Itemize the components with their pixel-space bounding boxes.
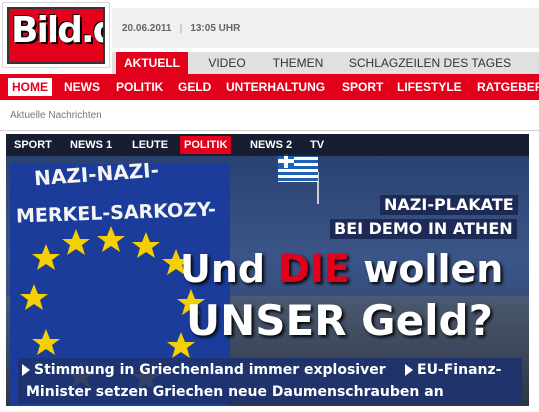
teaser-text-1[interactable]: Stimmung in Griechenland immer explosive… xyxy=(34,361,386,379)
nav-ratgeber[interactable]: RATGEBER xyxy=(477,78,539,96)
headline-line-1: Und DIE wollen xyxy=(180,247,504,291)
arrow-right-icon xyxy=(405,364,413,376)
tab-aktuell[interactable]: AKTUELL xyxy=(116,52,188,74)
nav-home[interactable]: HOME xyxy=(8,78,52,96)
tab-video[interactable]: VIDEO xyxy=(198,52,256,74)
cat-leute[interactable]: LEUTE xyxy=(132,136,168,154)
nav-news[interactable]: NEWS xyxy=(64,78,100,96)
teaser-text-2a[interactable]: EU-Finanz- xyxy=(417,361,501,379)
nav-politik[interactable]: POLITIK xyxy=(116,78,163,96)
date-time: 20.06.2011 | 13:05 UHR xyxy=(122,23,241,34)
cat-tv[interactable]: TV xyxy=(310,136,324,154)
headline-line-2: UNSER Geld? xyxy=(186,296,493,345)
logo-text: Bild.de xyxy=(11,10,103,51)
date-text: 20.06.2011 xyxy=(122,23,172,34)
bild-logo[interactable]: Bild.de xyxy=(2,2,110,68)
tab-schlagzeilen[interactable]: SCHLAGZEILEN DES TAGES xyxy=(344,52,516,74)
arrow-right-icon xyxy=(22,364,30,376)
cat-news1[interactable]: NEWS 1 xyxy=(70,136,112,154)
nav-unterhaltung[interactable]: UNTERHALTUNG xyxy=(226,78,325,96)
nav-lifestyle[interactable]: LIFESTYLE xyxy=(397,78,462,96)
kicker-line-1: NAZI-PLAKATE xyxy=(380,195,518,215)
nav-sport[interactable]: SPORT xyxy=(342,78,383,96)
greek-flag xyxy=(278,154,319,204)
nav-geld[interactable]: GELD xyxy=(178,78,211,96)
teaser-text-2b[interactable]: Minister setzen Griechen neue Daumenschr… xyxy=(26,383,444,401)
breadcrumb[interactable]: Aktuelle Nachrichten xyxy=(10,110,102,121)
divider xyxy=(0,130,539,131)
logo-box: Bild.de xyxy=(7,7,105,64)
cat-politik[interactable]: POLITIK xyxy=(180,136,232,154)
cat-sport[interactable]: SPORT xyxy=(14,136,52,154)
tab-themen[interactable]: THEMEN xyxy=(266,52,330,74)
cat-news2[interactable]: NEWS 2 xyxy=(250,136,292,154)
kicker-line-2: BEI DEMO IN ATHEN xyxy=(330,219,517,239)
time-text: 13:05 UHR xyxy=(190,23,241,34)
